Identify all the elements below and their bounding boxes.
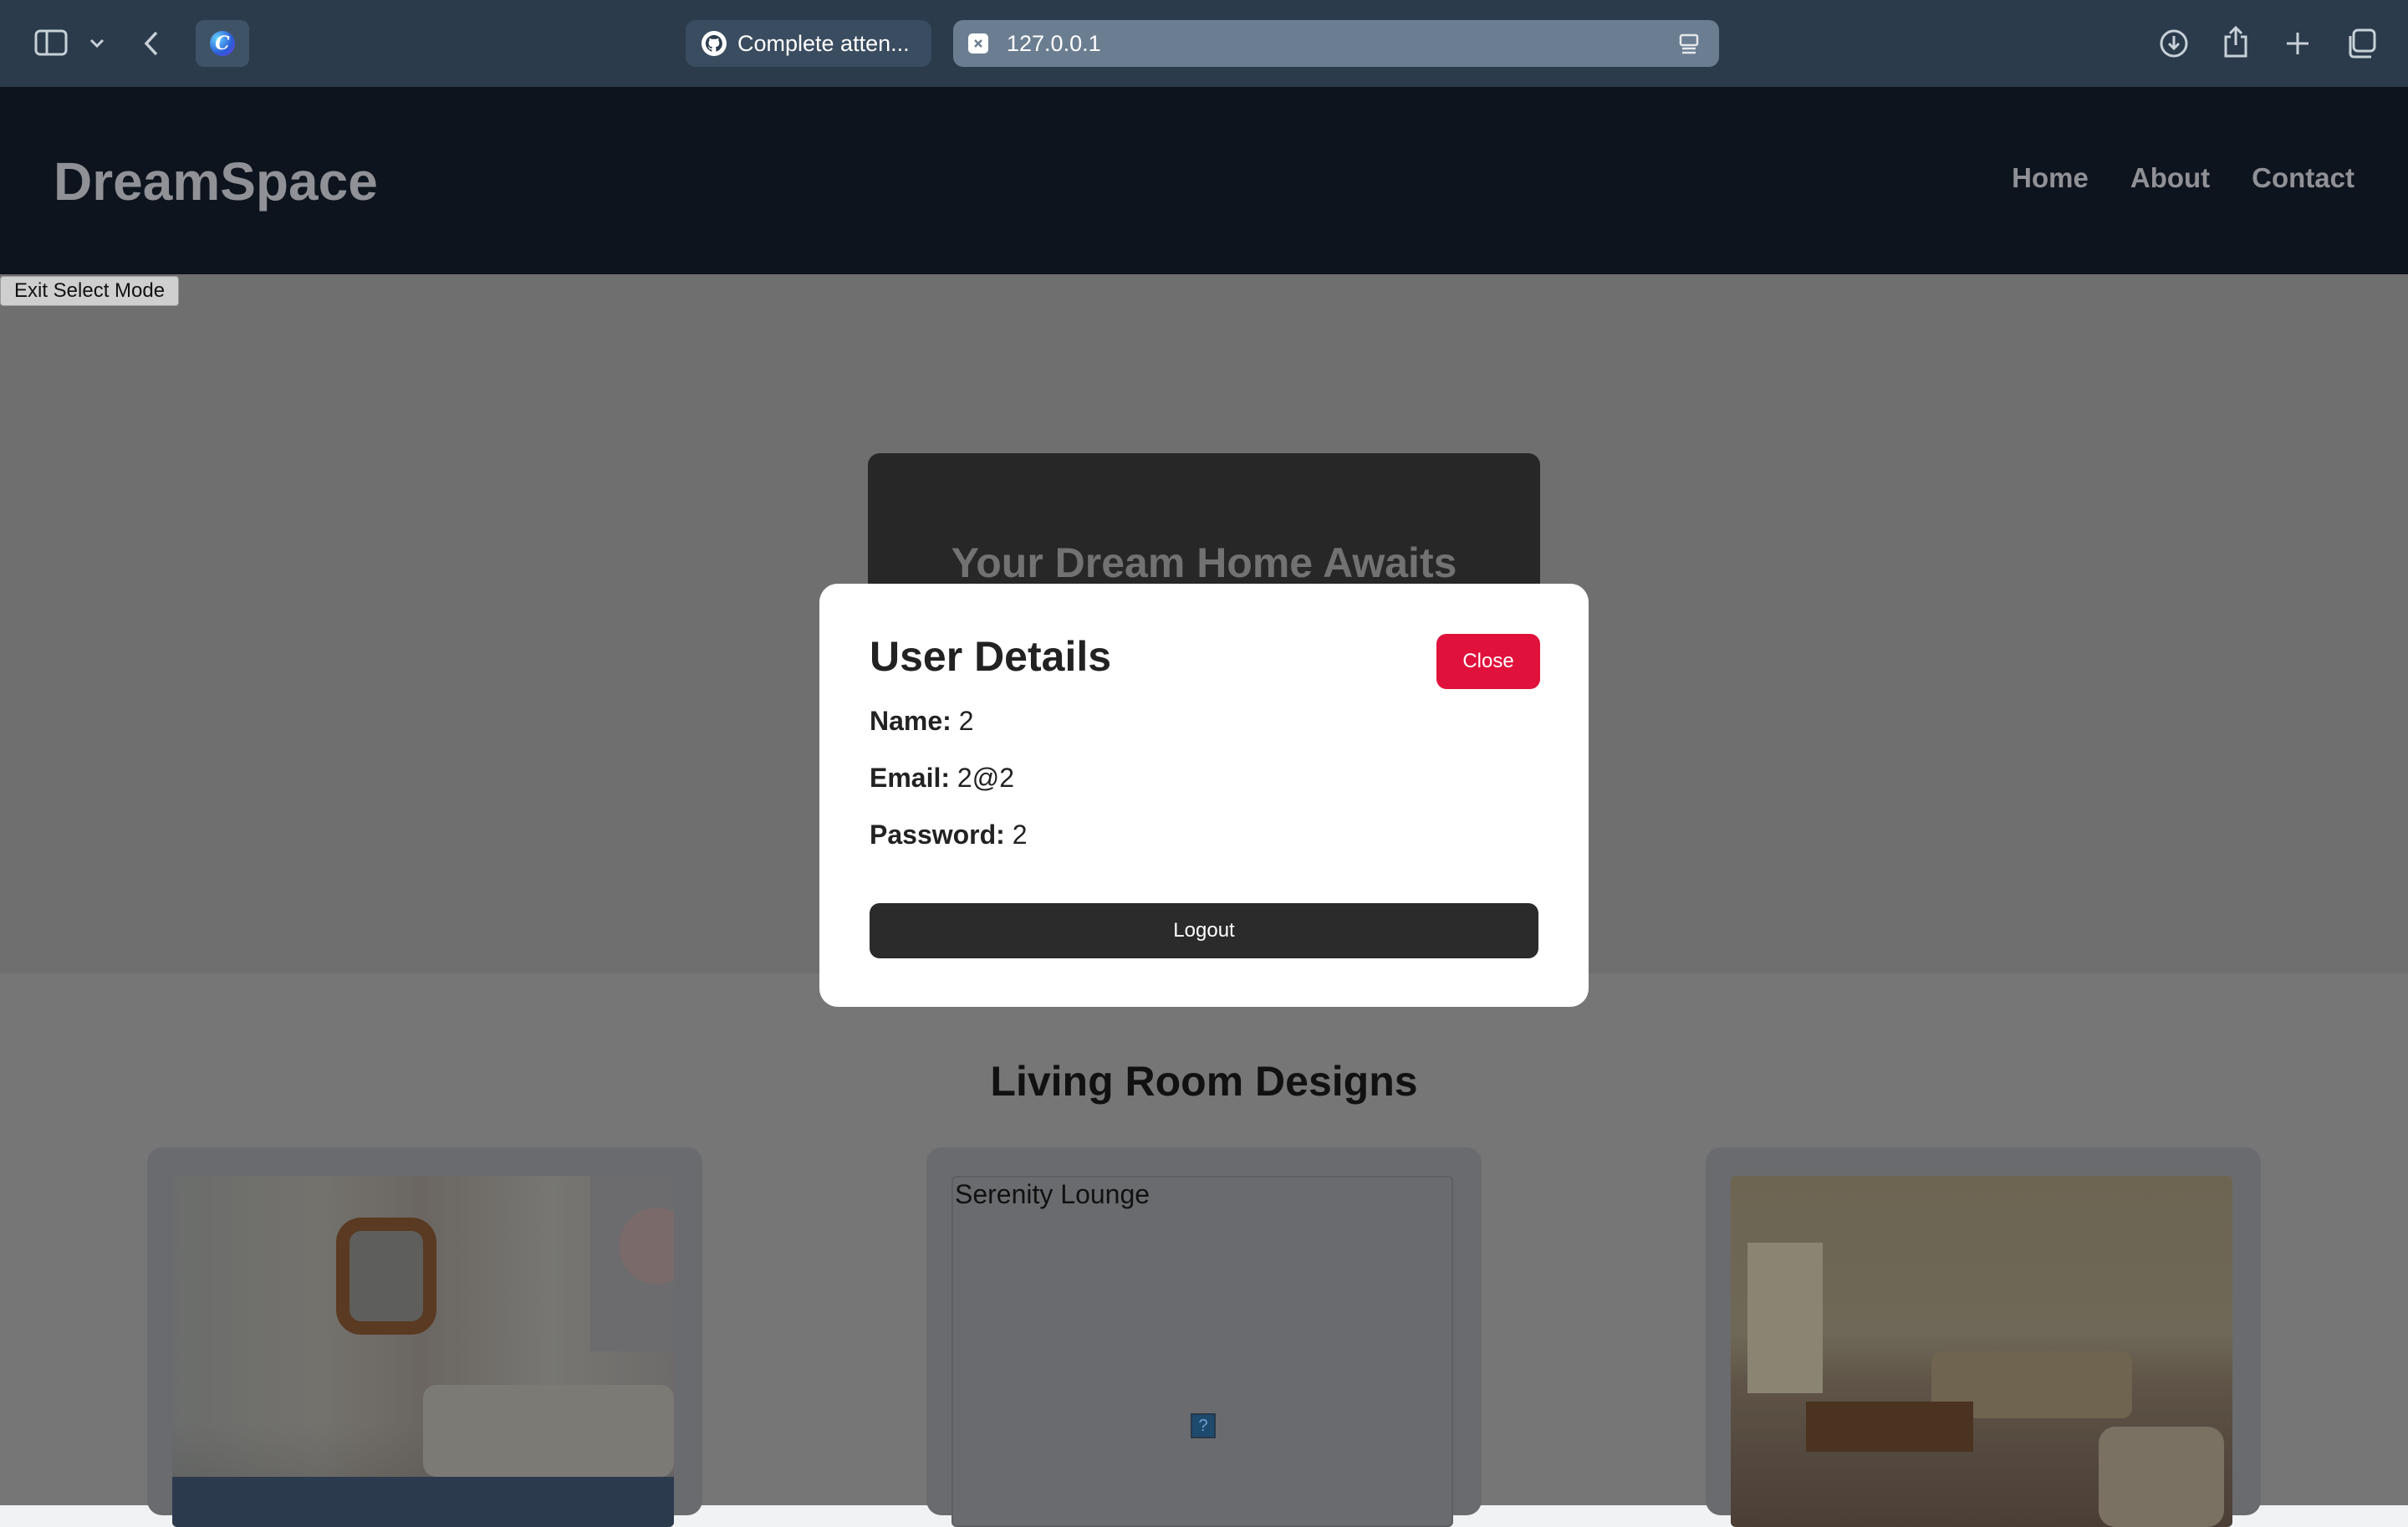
password-value: 2 [1012, 820, 1028, 850]
email-label: Email: [870, 763, 951, 793]
broken-image: Serenity Lounge ? [951, 1176, 1453, 1527]
broken-image-icon: ? [1191, 1413, 1216, 1438]
tab-active[interactable]: 127.0.0.1 [953, 20, 1719, 67]
detail-password: Password: 2 [870, 820, 1028, 850]
extension-icon[interactable]: C [196, 20, 249, 67]
main-nav: Home About Contact [2012, 162, 2354, 194]
design-card[interactable] [147, 1147, 702, 1527]
reader-icon[interactable] [1677, 32, 1701, 55]
design-card[interactable] [1706, 1147, 2261, 1527]
detail-name: Name: 2 [870, 706, 974, 737]
password-label: Password: [870, 820, 1005, 850]
image-alt-text: Serenity Lounge [955, 1179, 1150, 1209]
sidebar-icon[interactable] [33, 28, 69, 57]
close-button[interactable]: Close [1436, 634, 1540, 689]
design-image [172, 1176, 674, 1527]
hero-title: Your Dream Home Awaits [951, 539, 1457, 586]
email-value: 2@2 [957, 763, 1014, 793]
chevron-down-icon[interactable] [87, 33, 107, 54]
site-logo[interactable]: DreamSpace [54, 151, 378, 212]
design-image [1731, 1176, 2232, 1527]
nav-contact[interactable]: Contact [2252, 162, 2354, 194]
logout-button[interactable]: Logout [870, 903, 1538, 958]
tab-github[interactable]: Complete atten... [686, 20, 931, 67]
name-value: 2 [958, 706, 974, 736]
plus-icon[interactable] [2283, 28, 2313, 59]
address-text: 127.0.0.1 [1007, 30, 1101, 56]
favicon-icon [968, 33, 988, 54]
modal-title: User Details [870, 633, 1112, 680]
tab-github-title: Complete atten... [737, 30, 910, 56]
detail-email: Email: 2@2 [870, 763, 1014, 794]
section-title: Living Room Designs [990, 1058, 1418, 1105]
browser-toolbar: C Complete atten... 127.0.0.1 [0, 0, 2408, 87]
nav-home[interactable]: Home [2012, 162, 2089, 194]
site-header: DreamSpace Home About Contact [0, 87, 2408, 274]
download-icon[interactable] [2157, 27, 2191, 60]
github-icon [701, 31, 727, 56]
back-arrow-icon[interactable] [139, 27, 164, 60]
exit-select-mode-button[interactable]: Exit Select Mode [0, 276, 180, 306]
nav-about[interactable]: About [2130, 162, 2210, 194]
user-details-modal: User Details Close Name: 2 Email: 2@2 Pa… [819, 584, 1589, 1007]
name-label: Name: [870, 706, 951, 736]
tab-overview-icon[interactable] [2344, 27, 2378, 60]
design-card[interactable]: Serenity Lounge ? [926, 1147, 1482, 1527]
share-icon[interactable] [2221, 23, 2251, 60]
